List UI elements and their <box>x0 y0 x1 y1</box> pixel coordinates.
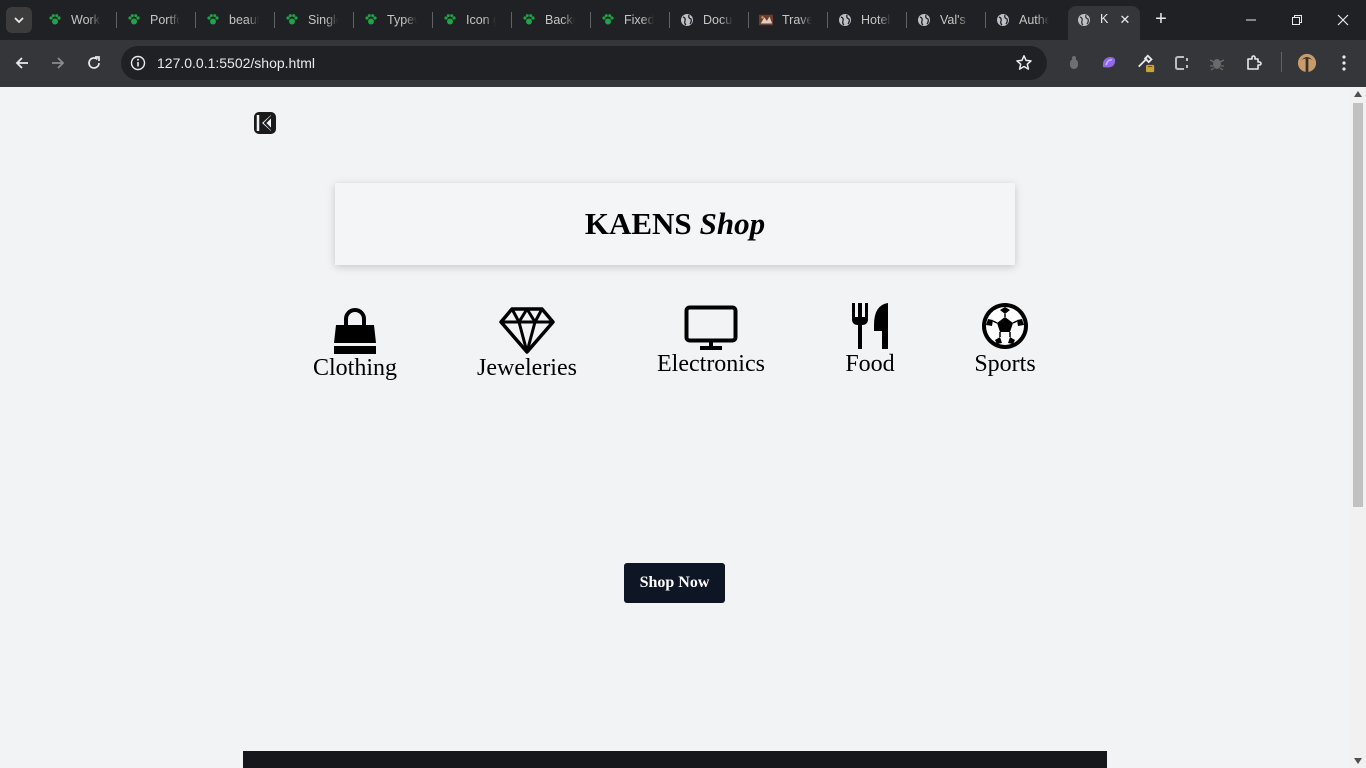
page-viewport: KAENS Shop Clothing Jeweleries Electroni… <box>0 87 1350 768</box>
paw-icon <box>127 13 141 27</box>
category-label: Sports <box>974 351 1036 377</box>
brand-shop-word: Shop <box>699 206 766 241</box>
paw-icon <box>364 13 378 27</box>
extension-icon[interactable] <box>1064 53 1084 73</box>
diamond-icon <box>499 307 555 354</box>
tab-label: Work <box>71 13 100 27</box>
paw-icon <box>285 13 299 27</box>
category-label: Electronics <box>657 351 765 377</box>
tab-label: Typew <box>387 13 417 27</box>
globe-icon <box>917 13 931 27</box>
paw-icon <box>48 13 62 27</box>
tab-item[interactable]: Icon g <box>433 6 511 34</box>
category-clothing[interactable]: Clothing <box>300 305 410 382</box>
brand-title-card: KAENS Shop <box>335 183 1015 265</box>
globe-icon <box>996 13 1010 27</box>
menu-kebab-icon[interactable] <box>1334 53 1354 73</box>
tab-item[interactable]: Typew <box>354 6 432 34</box>
brand-logo[interactable] <box>253 111 277 135</box>
reload-icon <box>88 56 100 69</box>
scroll-thumb[interactable] <box>1353 103 1363 507</box>
brand-name: KAENS <box>584 206 692 241</box>
soccer-ball-icon <box>982 303 1028 349</box>
tab-strip: Work Portfo beaut Single Typew Icon g Ba… <box>0 0 1366 40</box>
back-button[interactable] <box>10 51 34 75</box>
tab-item[interactable]: Single <box>275 6 353 34</box>
paw-icon <box>522 13 536 27</box>
paw-icon <box>601 13 615 27</box>
tab-item-active[interactable]: K ✕ <box>1068 6 1140 40</box>
scroll-up-arrow-icon[interactable] <box>1354 91 1362 97</box>
paw-icon <box>443 13 457 27</box>
globe-icon <box>1077 13 1091 27</box>
tab-item[interactable]: Travel <box>749 6 827 34</box>
minimize-button[interactable] <box>1228 0 1274 40</box>
tab-item[interactable]: Hotel <box>828 6 906 34</box>
tab-label: Single <box>308 13 338 27</box>
tab-item[interactable]: Portfo <box>117 6 195 34</box>
utensils-icon <box>852 303 888 349</box>
tab-label: Portfo <box>150 13 180 27</box>
restore-button[interactable] <box>1274 0 1320 40</box>
tab-label: Fixed <box>624 13 654 27</box>
category-label: Clothing <box>312 355 397 381</box>
profile-avatar[interactable] <box>1297 53 1317 73</box>
chevron-down-icon <box>14 17 24 24</box>
category-jeweleries[interactable]: Jeweleries <box>467 305 587 382</box>
extension-icon[interactable] <box>1172 53 1192 73</box>
close-icon <box>1337 14 1349 26</box>
tab-item[interactable]: Work <box>38 6 116 34</box>
extension-icon[interactable] <box>1099 53 1119 73</box>
browser-toolbar: 127.0.0.1:5502/shop.html <box>0 40 1366 87</box>
minimize-icon <box>1246 19 1256 21</box>
arrow-left-icon <box>15 57 28 69</box>
paw-icon <box>206 13 220 27</box>
category-sports[interactable]: Sports <box>965 301 1045 378</box>
globe-icon <box>838 13 852 27</box>
tab-label: Val's D <box>940 13 970 27</box>
arrow-right-icon <box>52 57 65 69</box>
eyedropper-icon[interactable] <box>1136 53 1156 73</box>
forward-button[interactable] <box>46 51 70 75</box>
tab-label: Docur <box>703 13 733 27</box>
page-scrollbar[interactable] <box>1350 87 1366 768</box>
tab-search-button[interactable] <box>6 7 32 33</box>
tab-item[interactable]: Fixed <box>591 6 669 34</box>
new-tab-button[interactable]: + <box>1150 8 1172 30</box>
tab-label: Backg <box>545 13 575 27</box>
tab-label: Hotel <box>861 13 891 27</box>
close-window-button[interactable] <box>1320 0 1366 40</box>
category-electronics[interactable]: Electronics <box>647 305 775 378</box>
tab-item[interactable]: Docur <box>670 6 748 34</box>
reload-button[interactable] <box>82 51 106 75</box>
monitor-icon <box>684 305 738 350</box>
close-tab-icon[interactable]: ✕ <box>1116 11 1134 29</box>
scroll-down-arrow-icon[interactable] <box>1354 758 1362 764</box>
tab-label: beaut <box>229 13 259 27</box>
category-food[interactable]: Food <box>835 301 905 378</box>
tab-item[interactable]: beaut <box>196 6 274 34</box>
tab-item[interactable]: Val's D <box>907 6 985 34</box>
shop-now-button[interactable]: Shop Now <box>624 563 725 603</box>
shopping-bag-icon <box>334 308 376 354</box>
address-bar[interactable]: 127.0.0.1:5502/shop.html <box>121 46 1047 80</box>
extensions-puzzle-icon[interactable] <box>1244 53 1264 73</box>
site-info-icon[interactable] <box>130 55 146 71</box>
globe-icon <box>680 13 694 27</box>
travel-icon <box>759 13 773 27</box>
bookmark-star-icon[interactable] <box>1015 54 1033 72</box>
tab-item[interactable]: Authe <box>986 6 1064 34</box>
tab-item[interactable]: Backg <box>512 6 590 34</box>
footer-bar <box>243 751 1107 768</box>
tab-label: Icon g <box>466 13 496 27</box>
category-label: Jeweleries <box>477 355 577 381</box>
category-label: Food <box>845 351 895 377</box>
restore-icon <box>1292 15 1302 25</box>
toolbar-divider <box>1281 52 1282 72</box>
tab-label: Travel <box>782 13 812 27</box>
tab-label: K <box>1100 12 1109 26</box>
bug-icon[interactable] <box>1207 53 1227 73</box>
url-text[interactable]: 127.0.0.1:5502/shop.html <box>157 55 315 71</box>
tab-label: Authe <box>1019 13 1049 27</box>
